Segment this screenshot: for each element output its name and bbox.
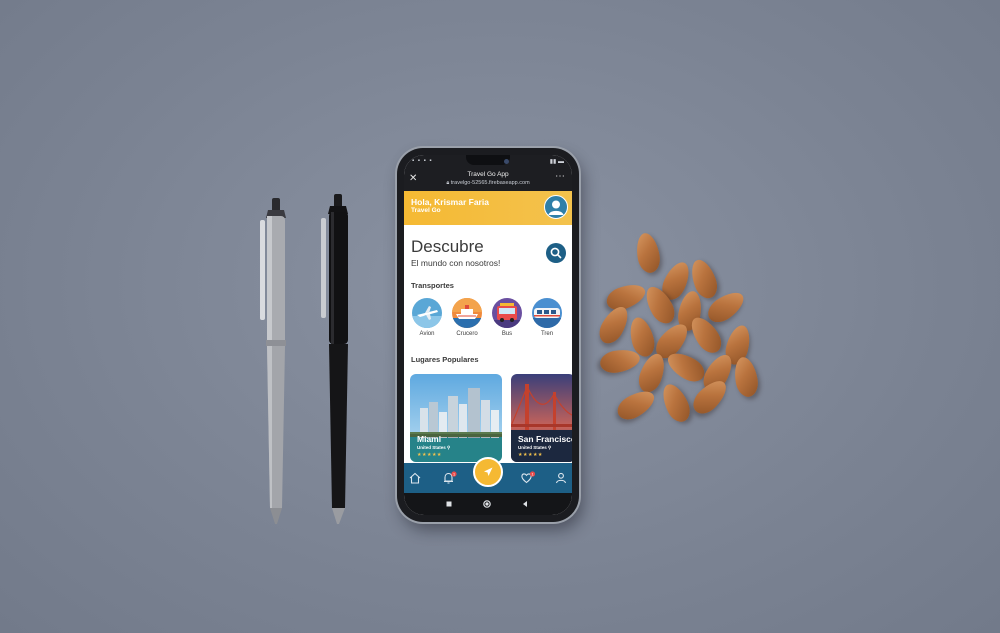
transport-label: Crucero [456, 331, 478, 337]
airplane-icon [412, 298, 442, 328]
phone-screen: ▪ ▪ ▪ ▪ ▮▮ ▬ ✕ Travel Go App 🔒︎ travelgo… [404, 155, 572, 515]
greeting-text: Hola, Krismar Faria [411, 197, 489, 207]
transport-item-avion[interactable]: Avion [408, 298, 446, 337]
transport-label: Bus [501, 331, 513, 337]
place-name: Miami [417, 434, 442, 444]
search-icon [550, 247, 562, 259]
search-button[interactable] [546, 243, 566, 263]
navigate-icon [484, 467, 493, 476]
place-country: United States ⚲ [518, 445, 551, 451]
transports-list: Avion Crucero Bus Tren [408, 298, 572, 344]
transport-item-tren[interactable]: Tren [528, 298, 566, 337]
popular-places-list: Miami United States ⚲ ★★★★★ San Francisc… [410, 374, 572, 464]
train-icon [532, 298, 562, 328]
more-options-icon[interactable]: ⋯ [555, 171, 566, 182]
cruise-ship-icon [452, 298, 482, 328]
brand-text: Travel Go [411, 207, 441, 214]
transport-label: Avion [419, 331, 435, 337]
user-icon[interactable] [554, 471, 568, 485]
transports-heading: Transportes [411, 281, 454, 290]
popular-heading: Lugares Populares [411, 355, 479, 364]
app-header: Hola, Krismar Faria Travel Go [404, 191, 572, 225]
silver-pen-image [260, 198, 286, 524]
navigate-button[interactable] [473, 457, 503, 487]
user-avatar-icon [548, 200, 564, 215]
place-card-san-francisco[interactable]: San Francisco United States ⚲ ★★★★★ [511, 374, 572, 462]
transport-label: Tren [540, 331, 554, 337]
place-name: San Francisco [518, 434, 572, 444]
home-icon[interactable] [408, 471, 422, 485]
black-pen-image [321, 194, 348, 524]
bus-icon [492, 298, 522, 328]
avatar[interactable] [544, 195, 568, 219]
place-country-text: United States [518, 445, 547, 450]
bell-icon[interactable]: 1 [442, 471, 458, 485]
location-pin-icon: ⚲ [447, 445, 451, 450]
almond-pile-image [594, 225, 770, 435]
browser-bar: ✕ Travel Go App 🔒︎ travelgo-52565.fireba… [404, 169, 572, 191]
product-mockup-scene: ▪ ▪ ▪ ▪ ▮▮ ▬ ✕ Travel Go App 🔒︎ travelgo… [0, 0, 1000, 633]
page-subtitle: El mundo con nosotros! [411, 258, 501, 268]
back-icon[interactable] [520, 499, 530, 509]
browser-title: Travel Go App [467, 171, 509, 178]
browser-url[interactable]: 🔒︎ travelgo-52565.firebaseapp.com [404, 180, 572, 187]
rating-stars: ★★★★★ [417, 452, 442, 458]
transport-item-crucero[interactable]: Crucero [448, 298, 486, 337]
rating-stars: ★★★★★ [518, 452, 543, 458]
browser-url-text: travelgo-52565.firebaseapp.com [450, 180, 530, 186]
recent-apps-icon[interactable] [444, 499, 454, 509]
status-icons: ▪ ▪ ▪ ▪ [412, 158, 433, 164]
place-country: United States ⚲ [417, 445, 450, 451]
place-country-text: United States [417, 445, 446, 450]
page-title: Descubre [411, 237, 484, 256]
signal-battery-icon: ▮▮ ▬ [549, 159, 564, 165]
home-button-icon[interactable] [482, 499, 492, 509]
favorites-badge: 1 [531, 473, 533, 477]
location-pin-icon: ⚲ [548, 445, 552, 450]
notification-badge: 1 [453, 473, 455, 477]
system-nav-bar [404, 493, 572, 515]
place-card-miami[interactable]: Miami United States ⚲ ★★★★★ [410, 374, 502, 462]
heart-icon[interactable]: 1 [520, 471, 536, 485]
transport-item-bus[interactable]: Bus [488, 298, 526, 337]
camera-icon [504, 159, 509, 164]
